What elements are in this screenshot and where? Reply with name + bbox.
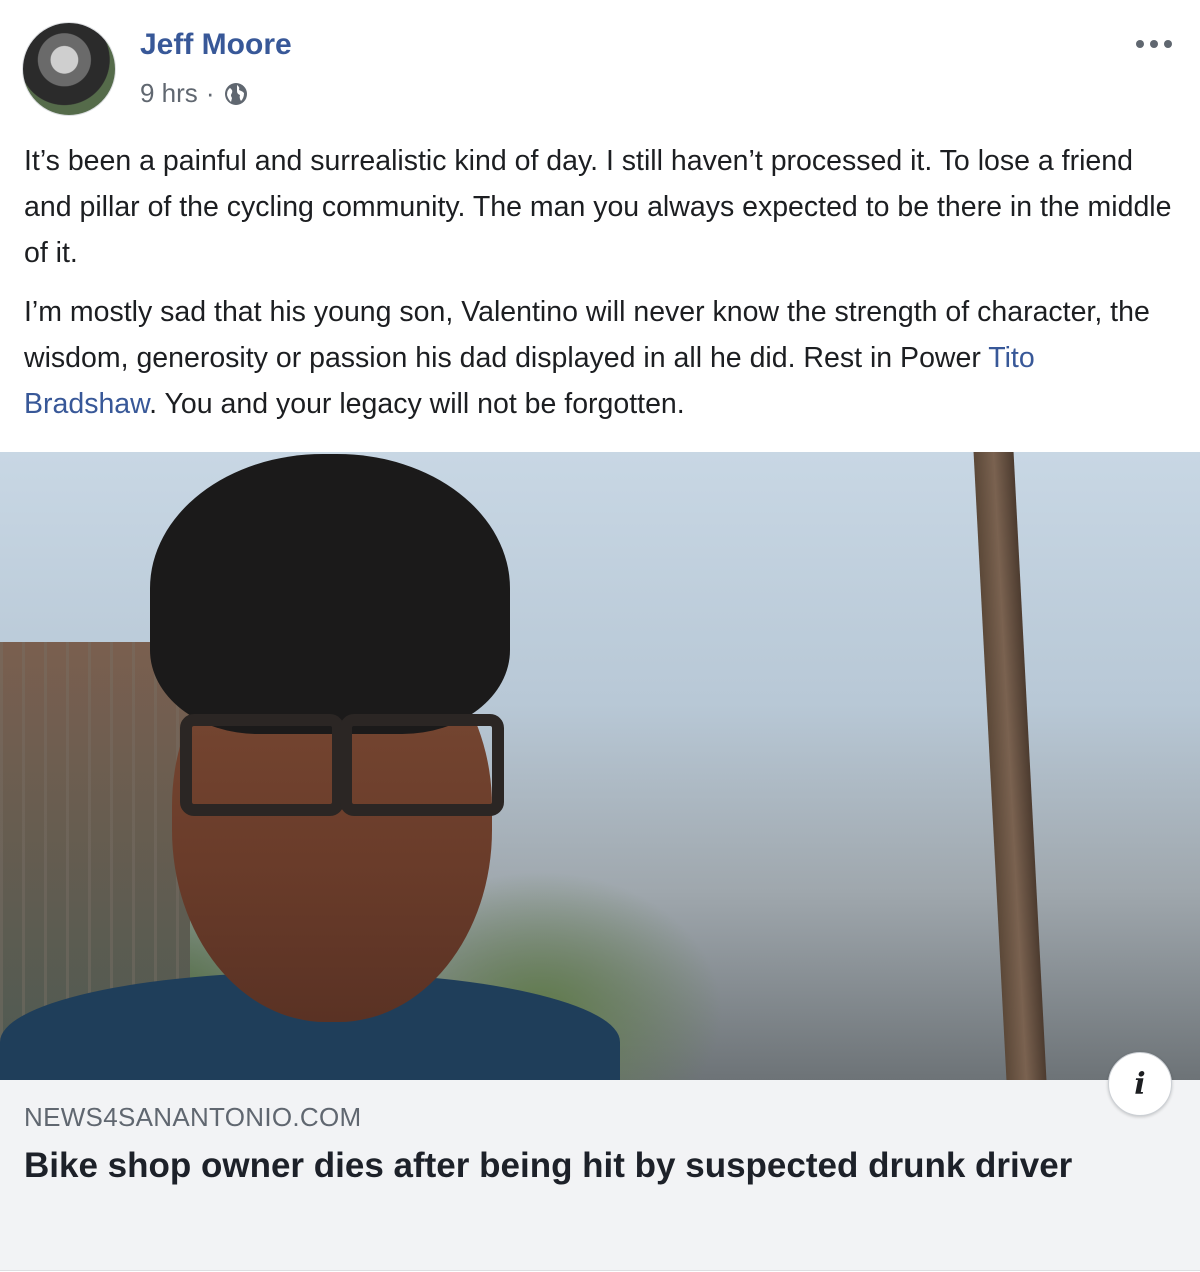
glasses-lens-left — [180, 714, 344, 816]
paragraph-2-text-end: . You and your legacy will not be forgot… — [149, 388, 685, 420]
info-icon[interactable]: i — [1108, 1052, 1172, 1116]
more-horizontal-icon[interactable] — [1130, 24, 1178, 64]
globe-icon[interactable] — [222, 80, 250, 108]
avatar[interactable] — [22, 22, 116, 116]
author-name[interactable]: Jeff Moore — [140, 28, 292, 62]
post-meta: 9 hrs · — [140, 78, 250, 109]
link-preview-meta[interactable]: NEWS4SANANTONIO.COM Bike shop owner dies… — [0, 1080, 1200, 1271]
meta-separator: · — [205, 78, 215, 108]
link-headline[interactable]: Bike shop owner dies after being hit by … — [24, 1144, 1124, 1187]
facebook-post: Jeff Moore 9 hrs · It’s been a painful a… — [0, 0, 1200, 1272]
background-pole — [973, 452, 1047, 1080]
link-preview-image[interactable] — [0, 452, 1200, 1080]
post-timestamp[interactable]: 9 hrs — [140, 78, 198, 109]
post-paragraph-1: It’s been a painful and surrealistic kin… — [24, 145, 1172, 269]
post-header: Jeff Moore 9 hrs · — [22, 22, 1178, 118]
glasses-lens-right — [340, 714, 504, 816]
post-text: It’s been a painful and surrealistic kin… — [24, 138, 1174, 440]
person-hair — [150, 454, 510, 734]
post-paragraph-2: I’m mostly sad that his young son, Valen… — [24, 289, 1174, 427]
link-domain: NEWS4SANANTONIO.COM — [24, 1102, 362, 1132]
paragraph-2-text: I’m mostly sad that his young son, Valen… — [24, 296, 1150, 374]
